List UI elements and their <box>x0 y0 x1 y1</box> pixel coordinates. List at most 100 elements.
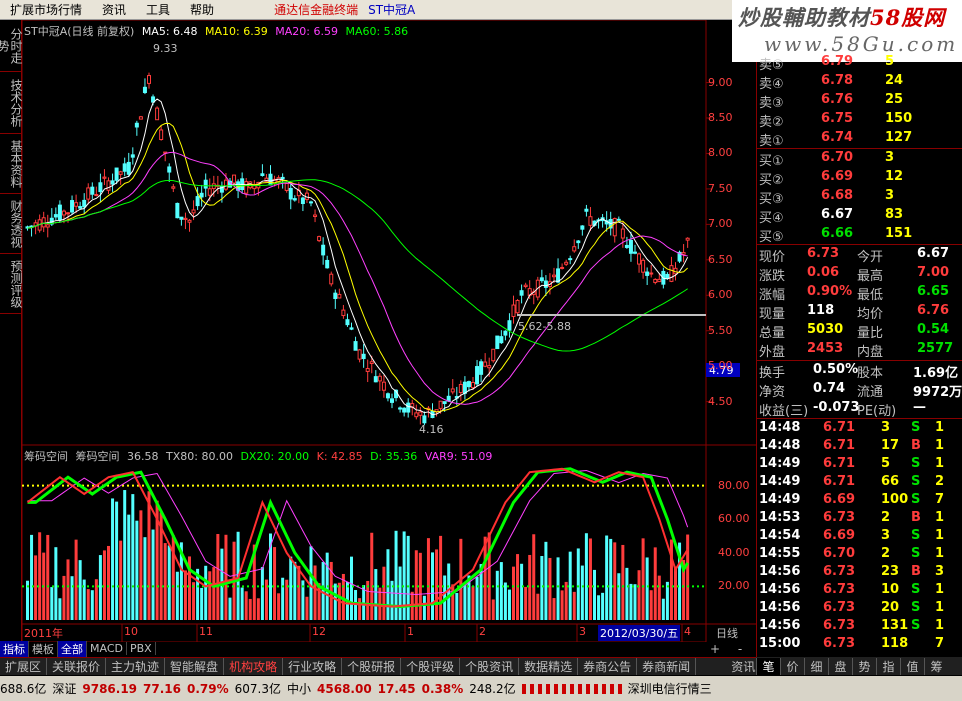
detail-tab-index[interactable]: 指 <box>876 657 900 675</box>
candle-body <box>479 361 484 375</box>
tick-row-cell: 14:56 <box>759 582 801 597</box>
candle-body <box>385 393 390 399</box>
nav-tab-institution[interactable]: 机构攻略 <box>224 658 284 675</box>
volume-bar <box>135 520 139 620</box>
tick-row-cell: S <box>911 420 921 435</box>
volume-bar <box>260 567 264 620</box>
x-axis-label: 11 <box>199 625 213 638</box>
volume-bar <box>520 563 524 620</box>
tab-finance[interactable]: 财务透视 <box>0 194 23 254</box>
nav-tab-related[interactable]: 关联报价 <box>47 658 107 675</box>
tick-row-cell: 2 <box>881 510 891 525</box>
nav-tab-news[interactable]: 个股资讯 <box>460 658 520 675</box>
candle-body <box>337 293 342 299</box>
candle-body <box>390 398 394 403</box>
volume-bar <box>439 535 443 620</box>
volume-bar <box>248 598 252 620</box>
candle-body <box>309 201 313 204</box>
indicator-y-tick: 80.00 <box>718 478 750 492</box>
candle-body <box>86 187 91 200</box>
volume-bar <box>289 556 293 620</box>
detail-tab-chips[interactable]: 筹 <box>924 657 948 675</box>
nav-tab-ext[interactable]: 扩展区 <box>0 658 48 675</box>
tab-pbx[interactable]: PBX <box>127 642 156 655</box>
tick-row-cell: 14:49 <box>759 474 801 489</box>
candle-body <box>450 388 455 393</box>
buy-level-cell: 买② <box>759 173 784 188</box>
candle-body <box>187 219 192 223</box>
volume-bar <box>256 598 260 620</box>
candle-body <box>523 284 528 288</box>
detail-tab-detail[interactable]: 细 <box>804 657 828 675</box>
detail-tab-trend[interactable]: 势 <box>852 657 876 675</box>
candle-body <box>499 336 504 344</box>
nav-tab-rating[interactable]: 个股评级 <box>401 658 461 675</box>
volume-bar <box>564 581 568 620</box>
volume-bar <box>637 570 641 620</box>
tick-row-cell: 10 <box>881 582 900 597</box>
fund-row-cell: 0.50% <box>813 362 859 377</box>
tab-basic-info[interactable]: 基本资料 <box>0 134 23 194</box>
volume-bar <box>62 575 66 620</box>
detail-tab-trades[interactable]: 笔 <box>756 657 780 675</box>
tab-intraday[interactable]: 分时走势 <box>0 20 23 72</box>
tab-indicator[interactable]: 指标 <box>0 640 29 657</box>
period-label[interactable]: 日线 <box>716 625 738 641</box>
detail-tab-book[interactable]: 盘 <box>828 657 852 675</box>
volume-bar <box>593 569 596 620</box>
volume-bar <box>386 549 390 620</box>
indicator-tabs: 指标 模板 全部 MACD PBX <box>0 640 756 657</box>
volume-bar <box>208 571 212 620</box>
tick-row-cell: 6.70 <box>823 546 856 561</box>
fund-row-cell: 换手 <box>759 366 786 381</box>
volume-bar <box>171 535 175 620</box>
tick-row: 14:49 6.71 66 S 2 <box>757 474 962 492</box>
menu-item-market[interactable]: 扩展市场行情 <box>0 1 92 18</box>
nav-tab-smart[interactable]: 智能解盘 <box>165 658 225 675</box>
menu-item-help[interactable]: 帮助 <box>180 1 224 18</box>
candle-body <box>361 353 366 360</box>
menu-item-news[interactable]: 资讯 <box>92 1 136 18</box>
volume-bar <box>568 551 572 620</box>
nav-tab-mainforce[interactable]: 主力轨迹 <box>106 658 166 675</box>
watermark-line2: www.58Gu.com <box>764 32 959 56</box>
candle-body <box>377 375 382 382</box>
volume-bar <box>641 538 645 620</box>
nav-tab-data[interactable]: 数据精选 <box>519 658 579 675</box>
volume-bar <box>183 570 187 620</box>
tab-technical[interactable]: 技术分析 <box>0 72 23 134</box>
watermark: 炒股輔助教材58股网 www.58Gu.com <box>732 0 962 62</box>
sell-level: 卖② 6.75 150 <box>757 111 962 130</box>
candle-body <box>284 183 289 191</box>
nav-tab-industry[interactable]: 行业攻略 <box>283 658 343 675</box>
candle-body <box>624 244 629 248</box>
status-index-value: 9786.19 <box>82 681 138 696</box>
candle-body <box>515 300 520 314</box>
status-server: 深圳电信行情三 <box>627 682 712 696</box>
detail-tab-value[interactable]: 值 <box>900 657 924 675</box>
volume-bar <box>30 534 34 620</box>
nav-tab-report[interactable]: 个股研报 <box>342 658 402 675</box>
volume-bar <box>503 582 507 620</box>
tab-template[interactable]: 模板 <box>29 640 58 657</box>
tab-rating[interactable]: 预测评级 <box>0 254 23 314</box>
fund-row-cell: — <box>913 400 926 415</box>
buy-level-cell: 6.68 <box>821 188 854 203</box>
quote-panel: 卖⑤ 6.79 5 卖④ 6.78 24 卖③ 6.76 25 卖② 6.75 150 卖① 6.74 12… <box>756 54 962 660</box>
candle-body <box>491 348 496 362</box>
kline-chart[interactable] <box>22 20 756 642</box>
chart-area[interactable]: ST中冠A(日线 前复权) MA5: 6.48 MA10: 6.39 MA20:… <box>22 20 756 642</box>
volume-bar <box>588 538 592 620</box>
candle-body <box>458 383 463 394</box>
quote-row-cell: 内盘 <box>857 345 884 360</box>
nav-tab-broker-news[interactable]: 券商新闻 <box>637 658 697 675</box>
candle-body <box>118 171 123 175</box>
var9-label: VAR9: 51.09 <box>424 450 493 463</box>
volume-bar <box>370 532 374 620</box>
tab-all[interactable]: 全部 <box>58 640 87 657</box>
tab-macd[interactable]: MACD <box>87 642 127 655</box>
menu-item-tools[interactable]: 工具 <box>136 1 180 18</box>
detail-tab-price[interactable]: 价 <box>780 657 804 675</box>
y-tick: 7.00 <box>708 217 733 231</box>
nav-tab-broker-notice[interactable]: 券商公告 <box>578 658 638 675</box>
